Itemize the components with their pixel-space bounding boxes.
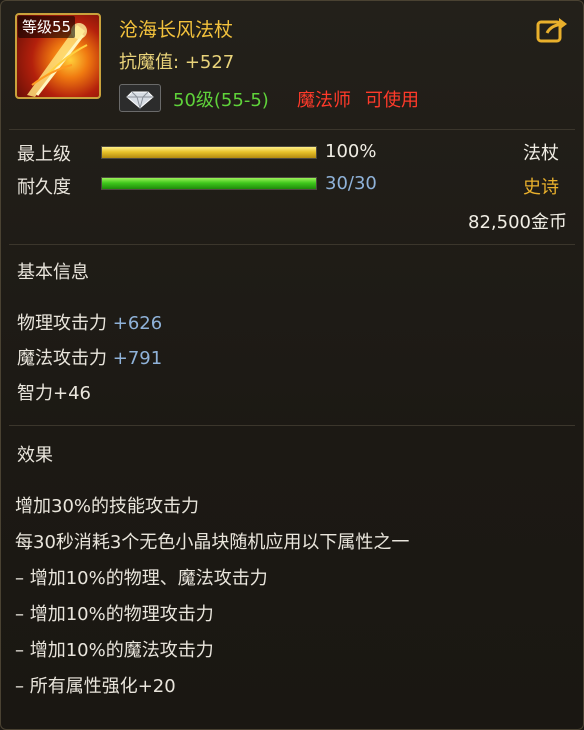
resist-stat: 抗魔值: +527: [119, 48, 234, 74]
resist-value: +527: [184, 52, 235, 73]
grade-bar: [101, 146, 317, 159]
durability-label: 耐久度: [17, 177, 71, 198]
physical-attack-label: 物理攻击力: [17, 313, 107, 334]
effect-header: 效果: [17, 445, 53, 466]
physical-attack-value: +626: [112, 313, 163, 334]
divider: [9, 425, 575, 426]
diamond-icon: [119, 84, 161, 112]
magic-attack-stat: 魔法攻击力 +791: [17, 344, 162, 370]
required-level: 50级(55-5): [173, 90, 269, 111]
staff-icon: 等级55: [15, 13, 101, 99]
usable-status: 可使用: [365, 90, 419, 111]
durability-bar-fill: [102, 178, 316, 189]
magic-attack-value: +791: [112, 348, 163, 369]
durability-bar: [101, 177, 317, 190]
item-name: 沧海长风法杖: [119, 19, 234, 41]
grade-value: 100%: [325, 141, 377, 162]
effect-line: – 增加10%的物理、魔法攻击力: [15, 568, 268, 589]
magic-attack-label: 魔法攻击力: [17, 348, 107, 369]
effect-line: – 增加10%的物理攻击力: [15, 604, 214, 625]
physical-attack-stat: 物理攻击力 +626: [17, 309, 162, 335]
durability-value: 30/30: [325, 173, 377, 194]
basic-info-header: 基本信息: [17, 262, 89, 283]
item-tooltip: 等级55 沧海长风法杖 抗魔值: +527 50级(55-5) 魔法师 可使用 …: [0, 0, 584, 730]
intelligence-stat: 智力+46: [17, 383, 91, 404]
grade-label: 最上级: [17, 144, 71, 165]
effect-line: 增加30%的技能攻击力: [15, 496, 200, 517]
rarity-label: 史诗: [523, 177, 559, 198]
effect-line: – 增加10%的魔法攻击力: [15, 640, 214, 661]
effect-line: 每30秒消耗3个无色小晶块随机应用以下属性之一: [15, 532, 410, 553]
share-icon[interactable]: [535, 15, 569, 45]
grade-bar-fill: [102, 147, 316, 158]
item-level-tag: 等级55: [18, 16, 76, 38]
price-label: 82,500金币: [468, 212, 567, 233]
resist-label: 抗魔值:: [119, 52, 180, 73]
divider: [9, 244, 575, 245]
weapon-type: 法杖: [523, 143, 559, 164]
effect-line: – 所有属性强化+20: [15, 676, 176, 697]
divider: [9, 129, 575, 130]
required-class: 魔法师: [297, 90, 351, 111]
